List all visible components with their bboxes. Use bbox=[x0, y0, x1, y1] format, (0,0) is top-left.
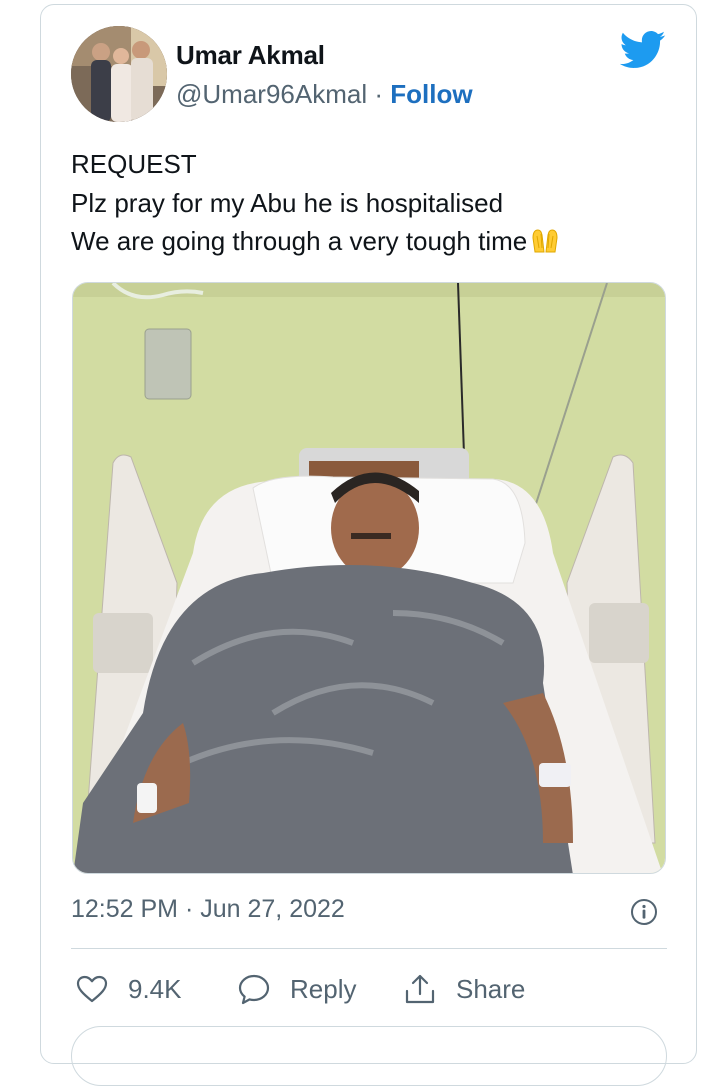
folded-hands-icon bbox=[532, 229, 558, 253]
tweet-text: REQUEST Plz pray for my Abu he is hospit… bbox=[71, 145, 561, 261]
divider bbox=[71, 948, 667, 949]
like-count: 9.4K bbox=[128, 973, 182, 1004]
avatar[interactable] bbox=[71, 26, 167, 122]
share-icon bbox=[405, 974, 435, 1004]
tweet-date[interactable]: Jun 27, 2022 bbox=[200, 895, 345, 923]
author-name[interactable]: Umar Akmal bbox=[176, 40, 325, 71]
reply-label: Reply bbox=[290, 973, 357, 1004]
read-replies-button[interactable] bbox=[71, 1026, 667, 1086]
handle-row: @Umar96Akmal · Follow bbox=[176, 79, 473, 110]
follow-button[interactable]: Follow bbox=[390, 79, 472, 109]
hospital-bed-photo bbox=[73, 283, 665, 873]
like-button[interactable]: 9.4K bbox=[75, 968, 182, 1010]
separator-dot: · bbox=[374, 79, 384, 109]
tweet-line-1: REQUEST bbox=[71, 149, 197, 179]
tweet-line-2: Plz pray for my Abu he is hospitalised bbox=[71, 187, 504, 218]
share-button[interactable]: Share bbox=[403, 968, 525, 1010]
info-icon[interactable] bbox=[629, 897, 659, 927]
timestamp[interactable]: 12:52 PM · Jun 27, 2022 bbox=[71, 895, 345, 924]
share-label: Share bbox=[456, 973, 526, 1004]
timestamp-separator: · bbox=[184, 895, 194, 923]
heart-icon bbox=[76, 975, 108, 1003]
tweet-line-3-wrap: We are going through a very tough time bbox=[71, 222, 561, 261]
tweet-time[interactable]: 12:52 PM bbox=[71, 895, 178, 923]
tweet-photo[interactable] bbox=[72, 282, 666, 874]
tweet-line-3: We are going through a very tough time bbox=[71, 226, 528, 256]
twitter-bird-icon[interactable] bbox=[620, 30, 666, 70]
author-handle[interactable]: @Umar96Akmal bbox=[176, 79, 367, 109]
avatar-photo bbox=[71, 26, 167, 122]
reply-button[interactable]: Reply bbox=[237, 968, 356, 1010]
reply-bubble-icon bbox=[238, 974, 270, 1005]
